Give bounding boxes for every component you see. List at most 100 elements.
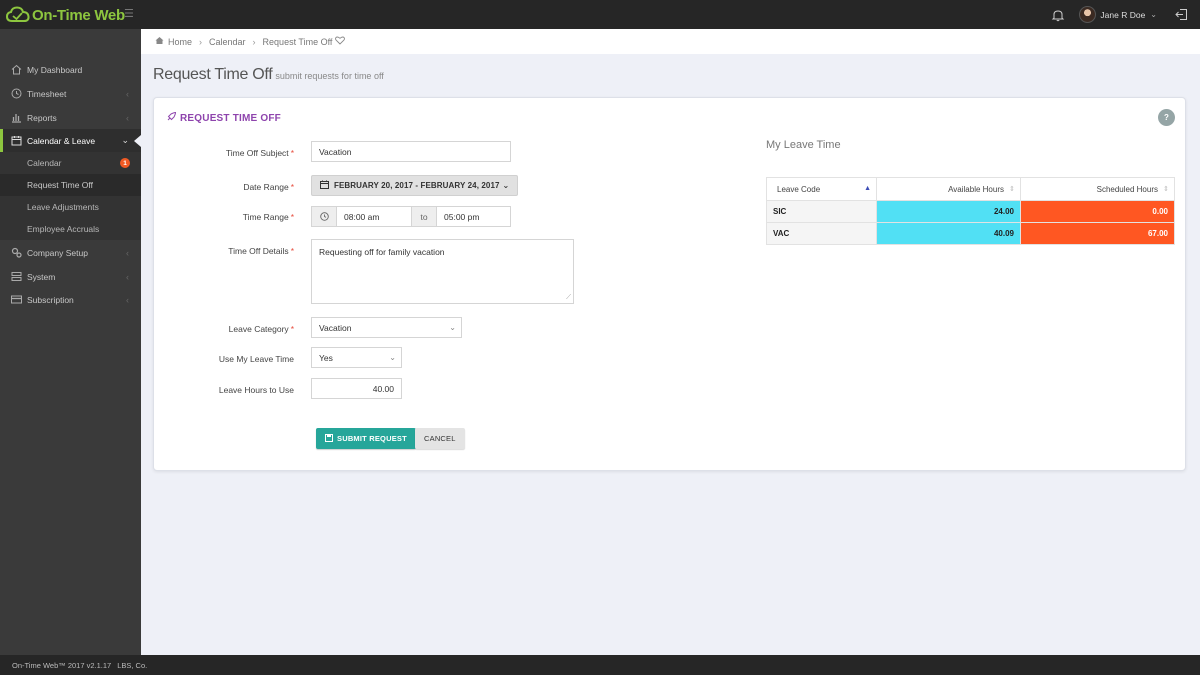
leave-time-title: My Leave Time (766, 139, 841, 151)
panel-title-text: REQUEST TIME OFF (180, 113, 281, 124)
sidebar-subitem-employee-accruals[interactable]: Employee Accruals (0, 218, 141, 240)
cell-leave-code: VAC (766, 222, 877, 245)
page-subtitle: submit requests for time off (275, 71, 384, 81)
notification-badge: 1 (120, 158, 130, 168)
rocket-icon (166, 111, 177, 125)
bell-icon[interactable] (1051, 8, 1065, 22)
addon-text: to (420, 211, 428, 222)
menu-toggle-icon[interactable]: ☰ (124, 8, 136, 20)
cell-scheduled-hours: 67.00 (1020, 222, 1175, 245)
chevron-left-icon: ‹ (126, 271, 129, 282)
required-mark: * (290, 182, 294, 192)
home-icon (155, 36, 164, 47)
header-leave-code[interactable]: Leave Code ▲ (766, 177, 877, 201)
submit-request-button[interactable]: SUBMIT REQUEST (316, 428, 416, 449)
header-label: Available Hours (948, 184, 1004, 194)
chevron-left-icon: ‹ (126, 88, 129, 99)
breadcrumb-separator: › (252, 36, 256, 47)
top-bar: On-Time Web ☰ Jane R Doe ⌄ (0, 0, 1200, 29)
input-value: 08:00 am (344, 211, 380, 222)
sidebar-item-reports[interactable]: Reports ‹ (0, 106, 141, 129)
use-leave-select[interactable]: Yes ⌄ (311, 347, 402, 368)
label-text: Time Off Details (228, 246, 289, 256)
breadcrumb-separator: › (199, 36, 203, 47)
user-menu[interactable]: Jane R Doe ⌄ (1079, 6, 1157, 23)
breadcrumb-calendar[interactable]: Calendar (209, 37, 246, 47)
subject-label: Time Off Subject * (154, 148, 294, 158)
input-value: Requesting off for family vacation (319, 247, 445, 257)
label-text: Leave Hours to Use (218, 385, 294, 395)
cloud-logo-icon (6, 6, 30, 22)
cell-available-hours: 24.00 (876, 200, 1021, 223)
help-icon[interactable]: ? (1158, 109, 1175, 126)
sort-icon: ⇕ (1163, 186, 1169, 193)
sidebar-subitem-calendar[interactable]: Calendar 1 (0, 152, 141, 174)
credit-card-icon (10, 294, 22, 306)
label-text: Use My Leave Time (218, 354, 294, 364)
table-row: VAC 40.09 67.00 (766, 222, 1175, 245)
app-name: On-Time Web (32, 6, 125, 24)
resize-handle-icon[interactable]: ⟋ (566, 294, 571, 301)
home-icon (10, 64, 22, 76)
sidebar-subitem-leave-adjustments[interactable]: Leave Adjustments (0, 196, 141, 218)
logout-icon[interactable] (1175, 8, 1188, 21)
sidebar-item-label: Calendar & Leave (27, 135, 96, 146)
input-value: Vacation (319, 146, 352, 157)
label-text: Leave Category (228, 324, 289, 334)
user-name: Jane R Doe (1100, 9, 1146, 20)
time-start-input[interactable]: 08:00 am (336, 206, 412, 227)
app-logo[interactable]: On-Time Web (6, 5, 140, 25)
cell-scheduled-hours: 0.00 (1020, 200, 1175, 223)
header-available-hours[interactable]: Available Hours ⇕ (876, 177, 1021, 201)
details-label: Time Off Details * (154, 246, 294, 256)
sidebar-item-company-setup[interactable]: Company Setup ‹ (0, 241, 141, 264)
sidebar-item-label: Reports (27, 112, 57, 123)
sidebar: My Dashboard Timesheet ‹ Reports ‹ Calen… (0, 29, 141, 655)
header-label: Scheduled Hours (1096, 184, 1158, 194)
required-mark: * (290, 324, 294, 334)
sidebar-item-dashboard[interactable]: My Dashboard (0, 58, 141, 81)
subject-input[interactable]: Vacation (311, 141, 511, 162)
calendar-icon (320, 180, 329, 191)
sidebar-item-subscription[interactable]: Subscription ‹ (0, 288, 141, 311)
required-mark: * (290, 212, 294, 222)
sidebar-item-label: Company Setup (27, 247, 88, 258)
clock-icon (10, 88, 22, 100)
sidebar-item-label: System (27, 271, 56, 282)
date-range-picker[interactable]: FEBRUARY 20, 2017 - FEBRUARY 24, 2017 ⌄ (311, 175, 519, 196)
chevron-down-icon: ⌄ (502, 181, 510, 190)
chevron-left-icon: ‹ (126, 247, 129, 258)
page-title-text: Request Time Off (153, 66, 273, 83)
cancel-button[interactable]: CANCEL (415, 428, 465, 449)
sidebar-item-system[interactable]: System ‹ (0, 265, 141, 288)
leave-time-table: Leave Code ▲ Available Hours ⇕ Scheduled H… (766, 177, 1175, 245)
sidebar-item-timesheet[interactable]: Timesheet ‹ (0, 82, 141, 105)
footer-version: On-Time Web™ 2017 v2.1.17 (12, 660, 112, 670)
table-header-row: Leave Code ▲ Available Hours ⇕ Scheduled H… (766, 177, 1175, 201)
header-scheduled-hours[interactable]: Scheduled Hours ⇕ (1020, 177, 1175, 201)
sidebar-item-label: Subscription (27, 294, 74, 305)
sidebar-item-calendar-leave[interactable]: Calendar & Leave ⌄ (0, 129, 141, 152)
label-text: Date Range (243, 182, 289, 192)
required-mark: * (290, 148, 294, 158)
time-to-addon: to (411, 206, 437, 227)
leave-category-select[interactable]: Vacation ⌄ (311, 317, 462, 338)
save-icon (325, 433, 333, 444)
breadcrumb-home[interactable]: Home (168, 37, 192, 47)
server-icon (10, 271, 22, 283)
input-value: 40.00 (372, 383, 394, 394)
sidebar-item-label: Timesheet (27, 88, 67, 99)
sidebar-item-label: Request Time Off (27, 180, 93, 190)
avatar (1079, 6, 1097, 23)
details-textarea[interactable]: Requesting off for family vacation ⟋ (311, 239, 574, 304)
leave-hours-input[interactable]: 40.00 (311, 378, 402, 399)
sidebar-subitem-request-time-off[interactable]: Request Time Off (0, 174, 141, 196)
heart-icon[interactable] (335, 36, 346, 47)
leave-category-label: Leave Category * (154, 324, 294, 334)
breadcrumb: Home › Calendar › Request Time Off (141, 29, 1200, 54)
time-end-input[interactable]: 05:00 pm (436, 206, 511, 227)
cell-leave-code: SIC (766, 200, 877, 223)
chevron-left-icon: ‹ (126, 112, 129, 123)
button-label: SUBMIT REQUEST (337, 434, 407, 443)
sidebar-item-label: Leave Adjustments (27, 202, 99, 212)
